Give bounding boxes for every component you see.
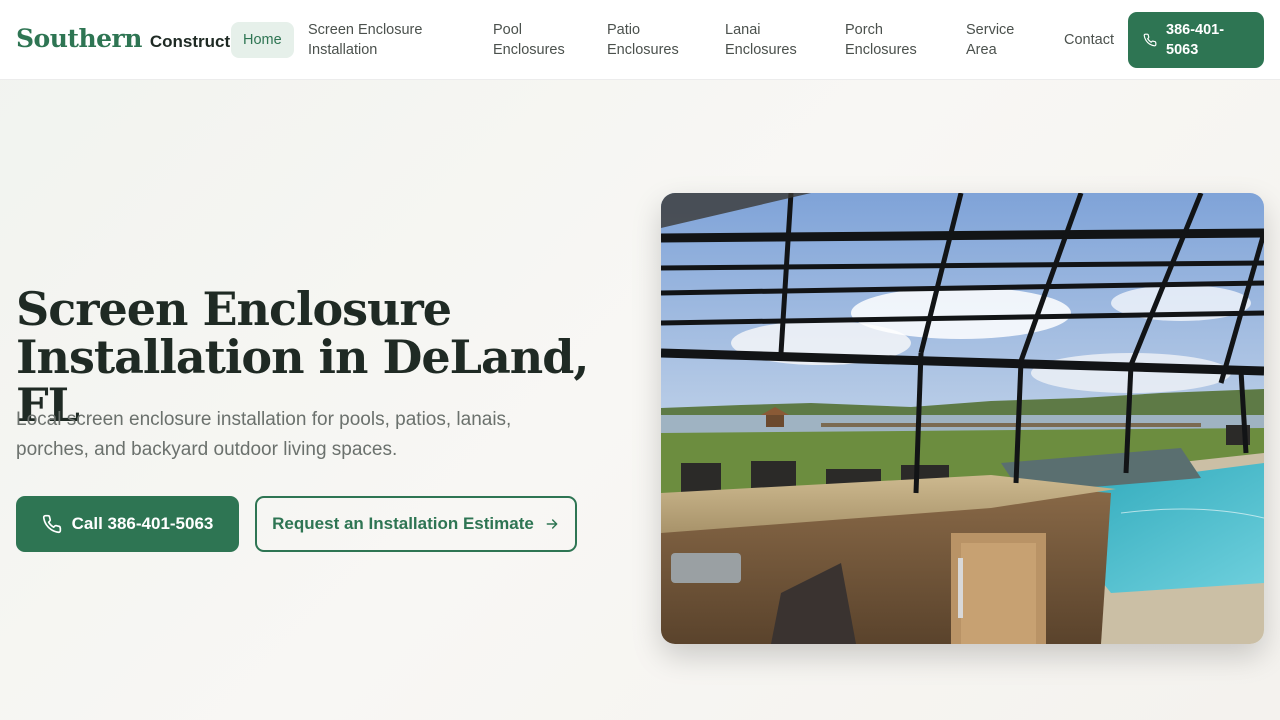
request-estimate-button[interactable]: Request an Installation Estimate — [255, 496, 577, 552]
site-header: Southern Construction Home Screen Enclos… — [0, 0, 1280, 80]
nav-item-home[interactable]: Home — [231, 22, 294, 58]
nav-item-screen-enclosure-installation[interactable]: Screen Enclosure Installation — [308, 20, 468, 60]
nav-item-lanai-enclosures[interactable]: Lanai Enclosures — [725, 20, 815, 60]
nav-item-pool-enclosures[interactable]: Pool Enclosures — [493, 20, 583, 60]
nav-item-patio-enclosures[interactable]: Patio Enclosures — [607, 20, 697, 60]
hero-photo — [661, 193, 1264, 644]
arrow-right-icon — [544, 516, 560, 532]
nav-item-porch-enclosures[interactable]: Porch Enclosures — [845, 20, 935, 60]
nav-item-service-area[interactable]: Service Area — [966, 20, 1036, 60]
request-estimate-label: Request an Installation Estimate — [272, 514, 534, 533]
call-button[interactable]: Call 386-401-5063 — [16, 496, 239, 552]
nav-item-contact[interactable]: Contact — [1064, 30, 1114, 50]
header-call-label: 386-401-5063 — [1166, 22, 1225, 58]
main-nav: Home Screen Enclosure Installation Pool … — [0, 0, 1280, 80]
hero-subtitle: Local screen enclosure installation for … — [16, 409, 512, 460]
phone-icon — [1143, 33, 1157, 47]
phone-icon — [42, 514, 62, 534]
call-button-label: Call 386-401-5063 — [71, 514, 214, 533]
header-call-button[interactable]: 386-401-5063 — [1128, 12, 1264, 68]
